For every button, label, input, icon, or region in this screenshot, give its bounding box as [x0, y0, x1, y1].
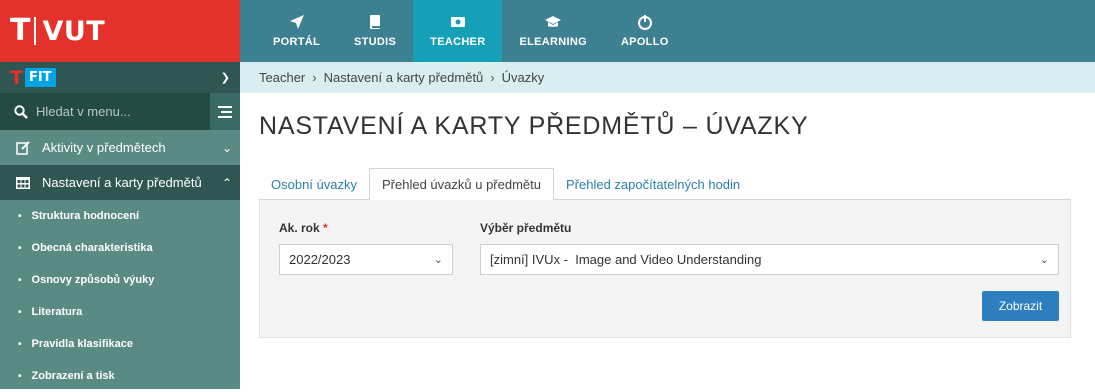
- chevron-down-icon: ❯: [220, 72, 230, 84]
- top-nav: PORTÁL STUDIS TEACHER ELEARNING APOLLO: [256, 0, 686, 62]
- tab-osobni-uvazky[interactable]: Osobní úvazky: [259, 168, 369, 200]
- topnav-elearning[interactable]: ELEARNING: [502, 0, 603, 62]
- required-marker: *: [323, 221, 328, 235]
- zobrazit-button[interactable]: Zobrazit: [982, 291, 1059, 321]
- sidebar-subitem-label: Literatura: [31, 306, 83, 318]
- topnav-studis[interactable]: STUDIS: [337, 0, 413, 62]
- logo-separator: [34, 17, 37, 45]
- faculty-logo-letter: T: [10, 66, 23, 89]
- page-title: NASTAVENÍ A KARTY PŘEDMĚTŮ – ÚVAZKY: [259, 112, 809, 140]
- tab-prehled-hodin[interactable]: Přehled započítatelných hodin: [554, 168, 752, 200]
- bullet: •: [18, 338, 22, 350]
- vut-logo[interactable]: T VUT: [0, 0, 240, 62]
- logo-letter: T: [10, 13, 31, 48]
- tab-prehled-uvazku[interactable]: Přehled úvazků u předmětu: [369, 168, 554, 201]
- topnav-label: TEACHER: [430, 36, 486, 48]
- sidebar-subitem-label: Pravidla klasifikace: [31, 338, 134, 350]
- sidebar-item-aktivity[interactable]: Aktivity v předmětech ⌄: [0, 130, 240, 165]
- subject-select[interactable]: [zimní] IVUx - Image and Video Understan…: [480, 244, 1059, 275]
- bullet: •: [18, 242, 22, 254]
- apollo-icon: [637, 15, 652, 30]
- year-label-text: Ak. rok: [279, 221, 320, 235]
- topnav-label: PORTÁL: [273, 36, 321, 48]
- year-select[interactable]: 2022/2023 ⌄: [279, 244, 453, 275]
- filter-panel: Ak. rok * 2022/2023 ⌄ Výběr předmětu [zi…: [259, 200, 1071, 338]
- topnav-apollo[interactable]: APOLLO: [604, 0, 686, 62]
- topnav-label: APOLLO: [620, 36, 669, 48]
- logo-text: VUT: [42, 15, 106, 47]
- sidebar-item-label: Nastavení a karty předmětů: [42, 175, 202, 190]
- sidebar-subitem-pravidla[interactable]: • Pravidla klasifikace: [0, 328, 240, 360]
- sidebar-subitem-osnovy[interactable]: • Osnovy způsobů výuky: [0, 264, 240, 296]
- send-icon: [289, 15, 304, 29]
- topnav-label: ELEARNING: [519, 36, 587, 48]
- menu-search-input[interactable]: Hledat v menu...: [0, 93, 210, 130]
- sidebar-subitem-zobrazeni[interactable]: • Zobrazení a tisk: [0, 360, 240, 392]
- chevron-down-icon: ⌄: [433, 254, 443, 266]
- graduation-cap-icon: [545, 16, 562, 27]
- breadcrumb-link[interactable]: Nastavení a karty předmětů: [324, 70, 484, 85]
- breadcrumb-link[interactable]: Teacher: [259, 70, 305, 85]
- topnav-label: STUDIS: [354, 36, 397, 48]
- faculty-logo: T FIT: [10, 67, 56, 89]
- faculty-selector[interactable]: T FIT ❯: [0, 62, 240, 93]
- bullet: •: [18, 274, 22, 286]
- top-navigation-bar: T VUT PORTÁL STUDIS TEACHER ELEARNING AP…: [0, 0, 1095, 62]
- search-placeholder: Hledat v menu...: [36, 104, 131, 119]
- breadcrumb-separator-icon: ›: [312, 70, 317, 85]
- edit-icon: [14, 140, 32, 155]
- sidebar-subitem-label: Struktura hodnocení: [31, 210, 140, 222]
- sidebar-item-label: Aktivity v předmětech: [42, 140, 166, 155]
- teacher-icon: [450, 17, 465, 27]
- sidebar-subitem-label: Osnovy způsobů výuky: [31, 274, 155, 286]
- topnav-teacher[interactable]: TEACHER: [413, 0, 503, 62]
- topnav-portal[interactable]: PORTÁL: [256, 0, 337, 62]
- breadcrumb-separator-icon: ›: [490, 70, 495, 85]
- chevron-down-icon: ⌄: [221, 140, 233, 155]
- sidebar-item-nastaveni[interactable]: Nastavení a karty předmětů ⌃: [0, 165, 240, 200]
- chevron-down-icon: ⌄: [1039, 254, 1049, 266]
- sidebar: T FIT ❯ Hledat v menu... Aktivity v před…: [0, 62, 240, 389]
- bullet: •: [18, 306, 22, 318]
- subject-select-value: [zimní] IVUx - Image and Video Understan…: [490, 252, 762, 267]
- subject-label: Výběr předmětu: [480, 221, 572, 235]
- menu-search-row: Hledat v menu...: [0, 93, 240, 130]
- search-icon: [14, 104, 28, 119]
- sidebar-subitem-charakteristika[interactable]: • Obecná charakteristika: [0, 232, 240, 264]
- sidebar-subitem-label: Zobrazení a tisk: [31, 370, 115, 382]
- year-label: Ak. rok *: [279, 221, 328, 235]
- chevron-up-icon: ⌃: [221, 175, 233, 190]
- sidebar-subitem-literatura[interactable]: • Literatura: [0, 296, 240, 328]
- list-icon: [218, 105, 232, 118]
- tab-bar: Osobní úvazky Přehled úvazků u předmětu …: [259, 168, 1071, 201]
- menu-toggle-button[interactable]: [210, 93, 240, 130]
- faculty-name: FIT: [24, 68, 56, 87]
- book-icon: [370, 15, 381, 29]
- table-icon: [14, 176, 32, 189]
- breadcrumb: Teacher › Nastavení a karty předmětů › Ú…: [240, 62, 1095, 93]
- year-select-value: 2022/2023: [289, 252, 351, 267]
- sidebar-subitem-label: Obecná charakteristika: [31, 242, 153, 254]
- breadcrumb-current: Úvazky: [501, 70, 545, 85]
- sidebar-subitem-struktura[interactable]: • Struktura hodnocení: [0, 200, 240, 232]
- bullet: •: [18, 370, 22, 382]
- bullet: •: [18, 210, 22, 222]
